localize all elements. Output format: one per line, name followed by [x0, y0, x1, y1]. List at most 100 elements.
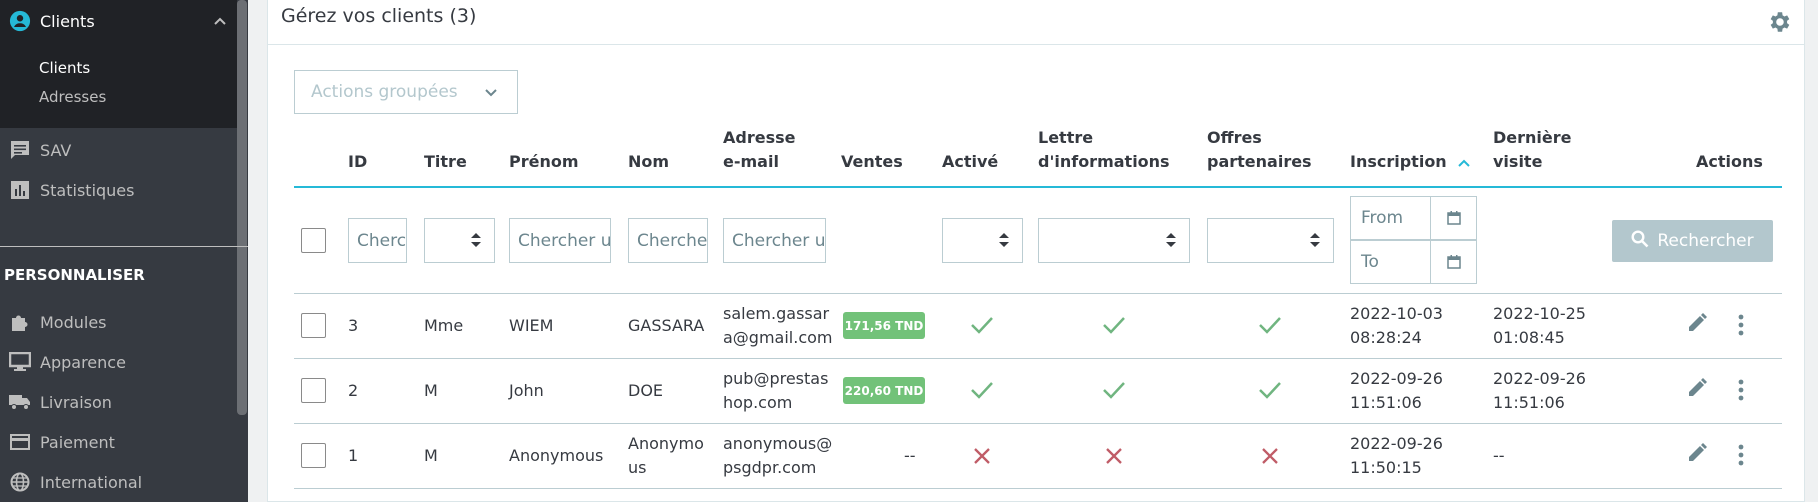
col-header-email[interactable]: Adresse e-mail	[723, 126, 795, 174]
col-header-newsletter-line2: d'informations	[1038, 152, 1170, 171]
sidebar-item-clients[interactable]: Clients	[0, 1, 237, 41]
cell-id: 2	[348, 381, 359, 400]
sidebar-item-label: Paiement	[40, 432, 115, 452]
customers-panel: Gérez vos clients (3) Actions groupées I…	[267, 0, 1805, 502]
cell-last-visit: 2022-09-26 11:51:06	[1493, 367, 1586, 415]
sales-badge: 220,60 TND	[843, 377, 925, 404]
sidebar-item-statistics[interactable]: Statistiques	[0, 170, 237, 210]
check-icon[interactable]	[1258, 315, 1282, 335]
search-icon	[1631, 229, 1649, 253]
cell-title: M	[424, 381, 438, 400]
date-to-placeholder: To	[1361, 252, 1379, 272]
edit-pencil-icon[interactable]	[1686, 312, 1708, 334]
more-vertical-icon[interactable]	[1738, 379, 1744, 401]
check-icon[interactable]	[1102, 380, 1126, 400]
select-arrows-icon	[470, 231, 482, 254]
sidebar-item-label: Modules	[40, 312, 107, 332]
sidebar-item-delivery[interactable]: Livraison	[0, 382, 237, 422]
sidebar-item-payment[interactable]: Paiement	[0, 422, 237, 462]
col-header-active[interactable]: Activé	[942, 150, 998, 174]
cell-id: 1	[348, 446, 359, 465]
sidebar-item-sav[interactable]: SAV	[0, 130, 237, 170]
col-header-last-visit[interactable]: Dernière visite	[1493, 126, 1572, 174]
cell-last-visit-date: 2022-10-25	[1493, 304, 1586, 323]
bulk-actions-label: Actions groupées	[311, 82, 458, 102]
check-icon[interactable]	[970, 315, 994, 335]
col-header-firstname[interactable]: Prénom	[509, 150, 579, 174]
col-header-title[interactable]: Titre	[424, 150, 467, 174]
bulk-actions-dropdown[interactable]: Actions groupées	[294, 70, 518, 114]
check-icon[interactable]	[970, 380, 994, 400]
gear-icon[interactable]	[1766, 9, 1792, 40]
edit-pencil-icon[interactable]	[1686, 377, 1708, 399]
select-arrows-icon	[1309, 231, 1321, 254]
check-icon[interactable]	[1102, 315, 1126, 335]
cell-email-line1: anonymous@	[723, 434, 833, 453]
cell-lastname: GASSARA	[628, 316, 705, 335]
cell-last-visit-time: 01:08:45	[1493, 328, 1565, 347]
cell-last-visit-time: 11:51:06	[1493, 393, 1565, 412]
col-header-optin-line2: partenaires	[1207, 152, 1312, 171]
sort-ascending-icon[interactable]	[1458, 151, 1470, 175]
sidebar-divider	[0, 246, 248, 247]
table-header-underline	[294, 186, 1782, 188]
more-vertical-icon[interactable]	[1738, 444, 1744, 466]
sales-badge: 171,56 TND	[843, 312, 925, 339]
row-checkbox[interactable]	[301, 443, 326, 468]
cell-registration: 2022-09-26 11:50:15	[1350, 432, 1443, 480]
row-divider	[294, 423, 1782, 424]
cell-lastname: Anonymo us	[628, 432, 704, 480]
cross-icon[interactable]	[1104, 446, 1124, 466]
sidebar-item-international[interactable]: International	[0, 462, 237, 502]
check-icon[interactable]	[1258, 380, 1282, 400]
sidebar-item-appearance[interactable]: Apparence	[0, 342, 237, 382]
cell-registration: 2022-10-03 08:28:24	[1350, 302, 1443, 350]
select-arrows-icon	[998, 231, 1010, 254]
filter-newsletter-select[interactable]	[1038, 218, 1190, 263]
row-divider	[294, 488, 1782, 489]
col-header-id[interactable]: ID	[348, 150, 367, 174]
filter-optin-select[interactable]	[1207, 218, 1334, 263]
select-all-checkbox[interactable]	[301, 228, 326, 253]
cell-email-line2: hop.com	[723, 393, 793, 412]
filter-email-input[interactable]: Chercher un e-mail	[723, 218, 826, 263]
cell-lastname: DOE	[628, 381, 664, 400]
calendar-icon[interactable]	[1430, 241, 1476, 283]
cross-icon[interactable]	[972, 446, 992, 466]
col-header-lastname[interactable]: Nom	[628, 150, 669, 174]
col-header-newsletter[interactable]: Lettre d'informations	[1038, 126, 1170, 174]
filter-firstname-input[interactable]: Chercher un prénom	[509, 218, 611, 263]
row-checkbox[interactable]	[301, 313, 326, 338]
cell-id: 3	[348, 316, 359, 335]
filter-title-select[interactable]	[424, 218, 495, 263]
cell-registration-time: 11:50:15	[1350, 458, 1422, 477]
sidebar-subitem-clients[interactable]: Clients	[39, 59, 90, 77]
col-header-registration[interactable]: Inscription	[1350, 150, 1470, 175]
cell-title: M	[424, 446, 438, 465]
filter-lastname-input[interactable]: Chercher un nom	[628, 218, 708, 263]
filter-id-input[interactable]: Chercher	[348, 218, 407, 263]
filter-date-from[interactable]: From	[1350, 196, 1477, 240]
search-button[interactable]: Rechercher	[1612, 220, 1773, 262]
sidebar-scrollbar[interactable]	[237, 0, 247, 415]
calendar-icon[interactable]	[1430, 197, 1476, 239]
chevron-up-icon	[213, 13, 227, 33]
filter-date-to[interactable]: To	[1350, 240, 1477, 284]
sidebar-section-title: PERSONNALISER	[4, 266, 145, 284]
filter-active-select[interactable]	[942, 218, 1023, 263]
panel-header: Gérez vos clients (3)	[268, 0, 1804, 45]
cell-last-visit: 2022-10-25 01:08:45	[1493, 302, 1586, 350]
cross-icon[interactable]	[1260, 446, 1280, 466]
cell-firstname: WIEM	[509, 316, 554, 335]
user-circle-icon	[0, 10, 40, 32]
col-header-optin[interactable]: Offres partenaires	[1207, 126, 1312, 174]
bar-chart-icon	[0, 180, 40, 200]
col-header-sales[interactable]: Ventes	[841, 150, 903, 174]
sidebar-item-modules[interactable]: Modules	[0, 302, 237, 342]
col-header-newsletter-line1: Lettre	[1038, 128, 1094, 147]
sidebar-subitem-addresses[interactable]: Adresses	[39, 88, 106, 106]
cell-registration-date: 2022-09-26	[1350, 434, 1443, 453]
row-checkbox[interactable]	[301, 378, 326, 403]
more-vertical-icon[interactable]	[1738, 314, 1744, 336]
edit-pencil-icon[interactable]	[1686, 442, 1708, 464]
